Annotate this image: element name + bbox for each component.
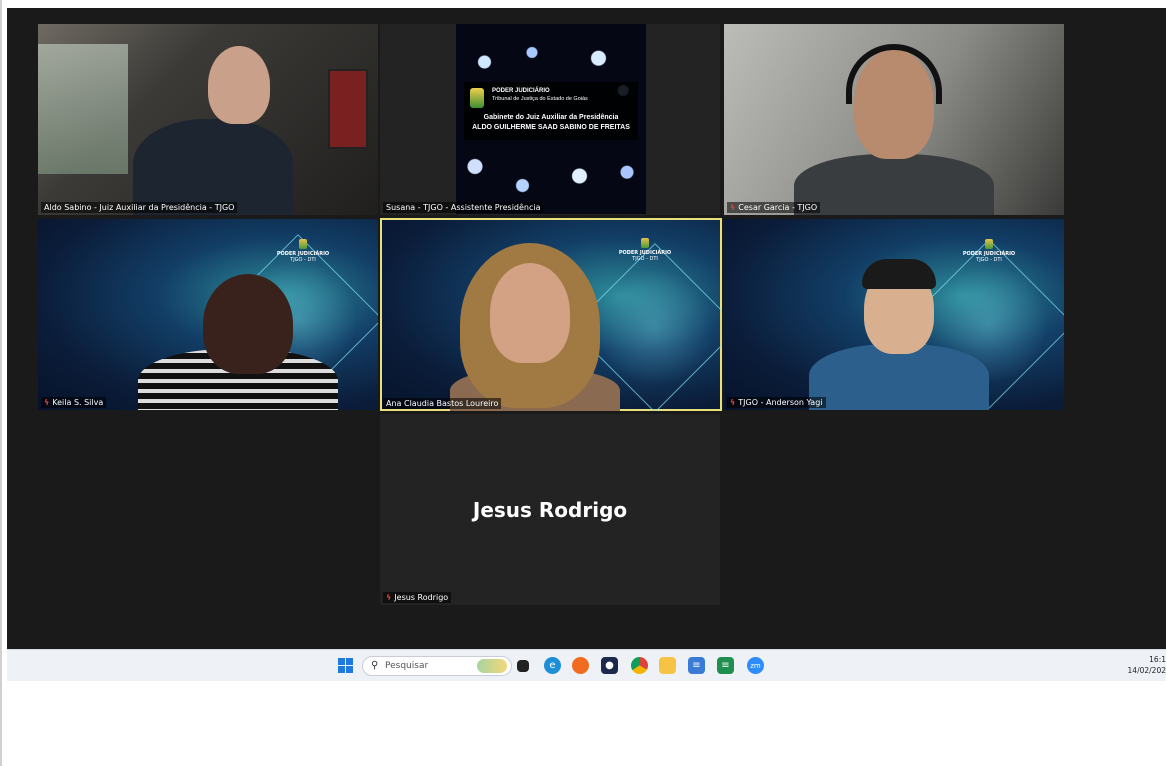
windows-taskbar: ⚲ Pesquisar e ● ≡ ≡ zm 16:1 14/02/202 bbox=[7, 649, 1166, 681]
participant-name-label: Ana Claudia Bastos Loureiro bbox=[383, 398, 502, 409]
video-tile-cesar-garcia[interactable]: ϟ Cesar Garcia - TJGO bbox=[724, 24, 1064, 215]
card-court: Tribunal de Justiça do Estado de Goiás bbox=[492, 96, 588, 102]
task-view-icon[interactable] bbox=[517, 660, 529, 672]
card-banner: PODER JUDICIÁRIO Tribunal de Justiça do … bbox=[464, 82, 638, 140]
background-logo-sub: TJGO - DTI bbox=[632, 256, 658, 262]
mic-muted-icon: ϟ bbox=[386, 593, 392, 602]
participant-name-label: ϟ Cesar Garcia - TJGO bbox=[727, 202, 821, 213]
window-background bbox=[38, 44, 128, 174]
mic-muted-icon: ϟ bbox=[730, 398, 736, 407]
video-tile-jesus-rodrigo[interactable]: Jesus Rodrigo ϟ Jesus Rodrigo bbox=[380, 414, 720, 605]
background-logo-sub: TJGO - DTI bbox=[290, 257, 316, 263]
court-emblem-icon bbox=[641, 238, 649, 248]
participant-body bbox=[133, 119, 293, 215]
participant-name-label: Susana - TJGO - Assistente Presidência bbox=[383, 202, 544, 213]
participant-body bbox=[794, 154, 994, 215]
video-tile-keila-silva[interactable]: PODER JUDICIÁRIO TJGO - DTI ϟ Keila S. Si… bbox=[38, 219, 378, 410]
court-emblem-icon bbox=[470, 88, 484, 108]
taskbar-clock[interactable]: 16:1 14/02/202 bbox=[1128, 654, 1166, 676]
clock-time: 16:1 bbox=[1149, 655, 1166, 664]
card-org: PODER JUDICIÁRIO bbox=[492, 88, 550, 94]
participant-head bbox=[490, 263, 570, 363]
edge-browser-icon[interactable]: e bbox=[544, 657, 561, 674]
video-tile-susana[interactable]: PODER JUDICIÁRIO Tribunal de Justiça do … bbox=[380, 24, 720, 215]
spreadsheet-icon[interactable]: ≡ bbox=[717, 657, 734, 674]
background-logo: PODER JUDICIÁRIO TJGO - DTI bbox=[959, 239, 1019, 263]
participant-name-label: ϟ Jesus Rodrigo bbox=[383, 592, 452, 603]
framed-picture bbox=[328, 69, 368, 149]
no-video-display-name: Jesus Rodrigo bbox=[472, 498, 628, 522]
notepad-icon[interactable]: ≡ bbox=[688, 657, 705, 674]
desktop-screen: Aldo Sabino - Juiz Auxiliar da Presidênc… bbox=[0, 0, 1166, 766]
search-icon: ⚲ bbox=[371, 660, 379, 671]
video-tile-aldo-sabino[interactable]: Aldo Sabino - Juiz Auxiliar da Presidênc… bbox=[38, 24, 378, 215]
video-tile-ana-claudia[interactable]: PODER JUDICIÁRIO TJGO - DTI Ana Claudia … bbox=[380, 218, 722, 411]
window-edge bbox=[0, 0, 2, 766]
zoom-app-icon[interactable]: zm bbox=[747, 657, 764, 674]
card-office: Gabinete do Juiz Auxiliar da Presidência bbox=[483, 114, 619, 121]
participant-head bbox=[203, 274, 293, 374]
participant-name-label: Aldo Sabino - Juiz Auxiliar da Presidênc… bbox=[41, 202, 238, 213]
background-logo-sub: TJGO - DTI bbox=[976, 257, 1002, 263]
file-explorer-icon[interactable] bbox=[659, 657, 676, 674]
video-tile-anderson-yagi[interactable]: PODER JUDICIÁRIO TJGO - DTI ϟ TJGO - Ande… bbox=[724, 219, 1064, 410]
participant-name-label: ϟ Keila S. Silva bbox=[41, 397, 107, 408]
search-placeholder: Pesquisar bbox=[385, 661, 429, 671]
webex-icon[interactable]: ● bbox=[601, 657, 618, 674]
search-highlight-icon bbox=[477, 659, 507, 673]
headphones-icon bbox=[846, 44, 942, 104]
court-emblem-icon bbox=[985, 239, 993, 249]
participant-name-label: ϟ TJGO - Anderson Yagi bbox=[727, 397, 826, 408]
mic-muted-icon: ϟ bbox=[44, 398, 50, 407]
chrome-icon[interactable] bbox=[631, 657, 648, 674]
clock-date: 14/02/202 bbox=[1127, 666, 1166, 675]
windows-start-icon[interactable] bbox=[337, 657, 354, 674]
firefox-icon[interactable] bbox=[572, 657, 589, 674]
background-logo: PODER JUDICIÁRIO TJGO - DTI bbox=[273, 239, 333, 263]
participant-hair bbox=[862, 259, 936, 289]
court-emblem-icon bbox=[299, 239, 307, 249]
zoom-meeting-window: Aldo Sabino - Juiz Auxiliar da Presidênc… bbox=[7, 8, 1166, 649]
card-judge: ALDO GUILHERME SAAD SABINO DE FREITAS bbox=[472, 124, 630, 131]
mic-muted-icon: ϟ bbox=[730, 203, 736, 212]
participant-head bbox=[208, 46, 270, 124]
background-logo: PODER JUDICIÁRIO TJGO - DTI bbox=[615, 238, 675, 262]
taskbar-search-input[interactable]: ⚲ Pesquisar bbox=[362, 656, 512, 676]
court-presentation-card: PODER JUDICIÁRIO Tribunal de Justiça do … bbox=[456, 24, 646, 214]
